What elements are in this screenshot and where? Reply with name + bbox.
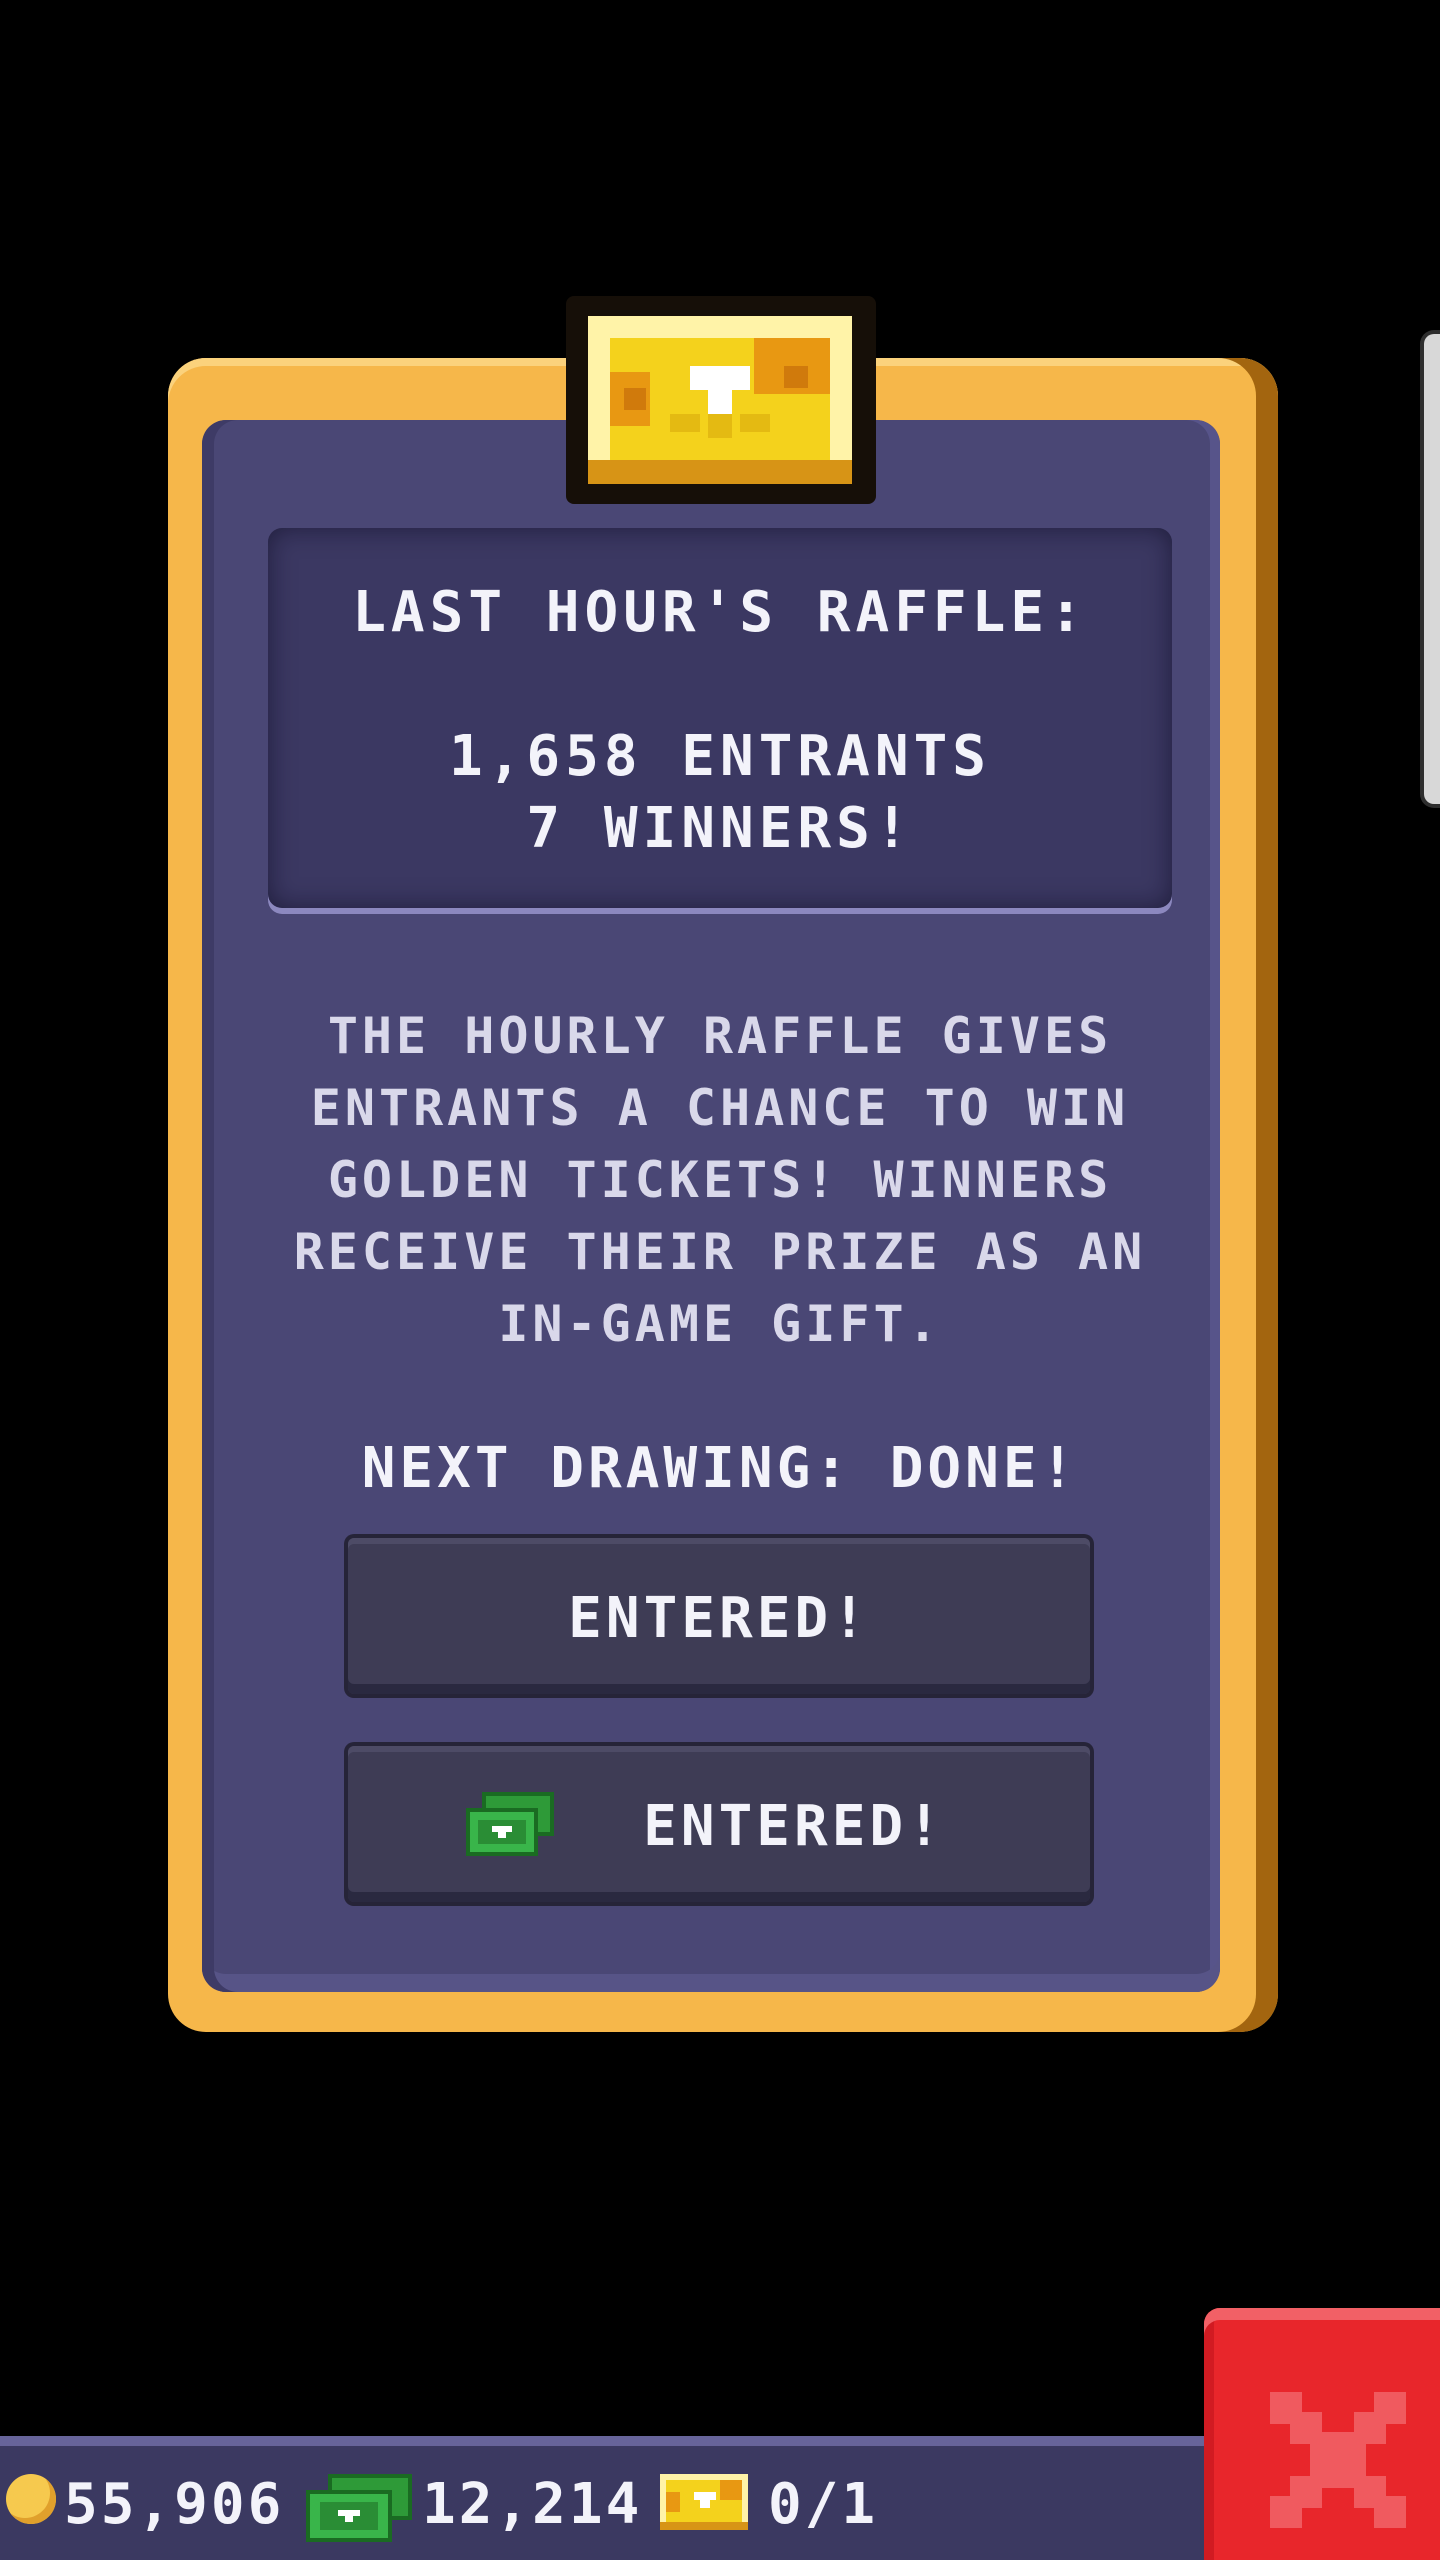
raffle-results-panel: LAST HOUR'S RAFFLE: 1,658 ENTRANTS 7 WIN…	[268, 528, 1172, 908]
golden-ticket-icon	[588, 316, 852, 484]
enter-raffle-bux-button[interactable]: ENTERED!	[348, 1746, 1090, 1902]
close-icon	[1270, 2392, 1406, 2528]
enter-raffle-bux-label: ENTERED!	[643, 1794, 945, 1859]
golden-ticket-icon	[660, 2474, 748, 2530]
coin-icon	[6, 2474, 56, 2524]
description-line: ENTRANTS A CHANCE TO WIN	[310, 1079, 1130, 1137]
description-line: THE HOURLY RAFFLE GIVES	[327, 1007, 1113, 1065]
enter-raffle-free-label: ENTERED!	[568, 1586, 870, 1651]
raffle-description: THE HOURLY RAFFLE GIVES ENTRANTS A CHANC…	[270, 1000, 1170, 1360]
close-button[interactable]	[1204, 2308, 1440, 2560]
currency-bar: 55,906 12,214 0/1	[0, 2436, 1220, 2560]
winners-count: 7 WINNERS!	[526, 796, 914, 861]
coin-balance: 55,906	[64, 2472, 285, 2537]
bux-balance: 12,214	[422, 2472, 643, 2537]
description-line: IN-GAME GIFT.	[498, 1295, 942, 1353]
next-drawing-status: NEXT DRAWING: DONE!	[361, 1436, 1079, 1501]
description-line: RECEIVE THEIR PRIZE AS AN	[293, 1223, 1147, 1281]
tower-bux-icon	[306, 2474, 412, 2542]
entrants-count: 1,658 ENTRANTS	[448, 724, 991, 789]
description-line: GOLDEN TICKETS! WINNERS	[327, 1151, 1113, 1209]
side-drawer-handle[interactable]	[1420, 330, 1440, 808]
enter-raffle-free-button[interactable]: ENTERED!	[348, 1538, 1090, 1694]
raffle-results-title: LAST HOUR'S RAFFLE:	[352, 580, 1088, 645]
golden-ticket-count: 0/1	[768, 2472, 879, 2537]
